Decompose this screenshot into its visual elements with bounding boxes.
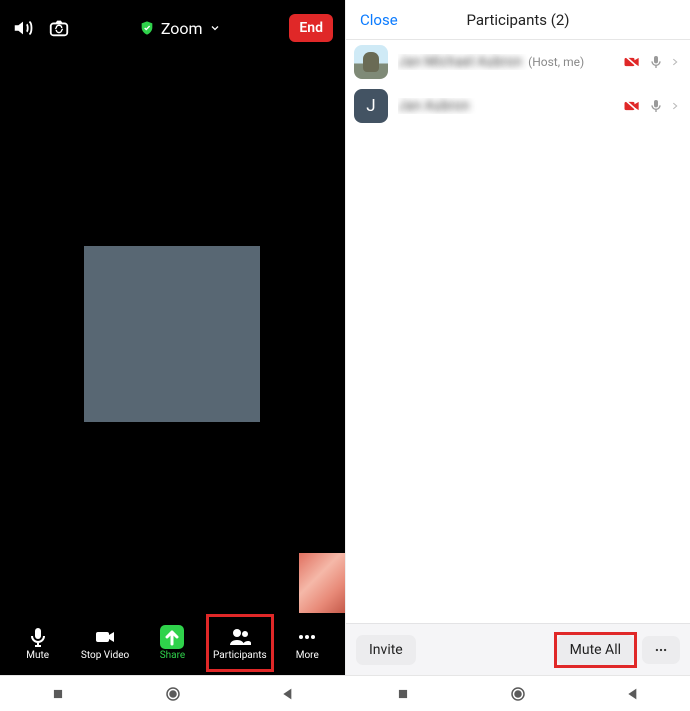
- circle-icon: [164, 685, 182, 703]
- zoom-video-area: [0, 56, 345, 613]
- mic-muted-icon: [648, 96, 664, 116]
- zoom-meeting-screen: Zoom End Mute Stop Video: [0, 0, 345, 675]
- chevron-right-icon: [670, 98, 680, 114]
- participants-list: Jan Michael Aubron (Host, me) J Jan Aubr…: [346, 40, 690, 623]
- mute-button[interactable]: Mute: [6, 615, 70, 671]
- more-label: More: [296, 651, 319, 661]
- more-icon: [652, 643, 670, 657]
- nav-back-button[interactable]: [613, 686, 653, 702]
- nav-recent-button[interactable]: [383, 687, 423, 701]
- participant-name-area: Jan Michael Aubron (Host, me): [398, 54, 612, 70]
- close-button[interactable]: Close: [360, 11, 398, 29]
- end-label: End: [299, 20, 323, 36]
- participant-name-area: Jan Aubron: [398, 98, 612, 114]
- chevron-down-icon: [209, 22, 221, 34]
- share-label: Share: [160, 651, 185, 661]
- microphone-icon: [26, 625, 50, 649]
- participants-button[interactable]: Participants: [208, 615, 272, 671]
- stop-video-label: Stop Video: [81, 651, 129, 661]
- avatar: [354, 45, 388, 79]
- more-button[interactable]: More: [275, 615, 339, 671]
- participant-row[interactable]: J Jan Aubron: [346, 84, 690, 128]
- stop-video-button[interactable]: Stop Video: [73, 615, 137, 671]
- mute-all-button[interactable]: Mute All: [557, 635, 634, 665]
- video-off-icon: [622, 52, 642, 72]
- participant-meta: (Host, me): [528, 55, 584, 69]
- participants-icon: [228, 625, 252, 649]
- participants-header: Close Participants (2): [346, 0, 690, 40]
- participant-row[interactable]: Jan Michael Aubron (Host, me): [346, 40, 690, 84]
- video-off-icon: [622, 96, 642, 116]
- triangle-left-icon: [625, 686, 641, 702]
- invite-label: Invite: [369, 642, 403, 658]
- participants-label: Participants: [213, 651, 267, 661]
- share-button[interactable]: Share: [140, 615, 204, 671]
- participant-name: Jan Aubron: [398, 98, 470, 114]
- share-icon: [160, 625, 184, 649]
- chevron-right-icon: [670, 54, 680, 70]
- participants-panel: Close Participants (2) Jan Michael Aubro…: [345, 0, 690, 675]
- square-icon: [396, 687, 410, 701]
- nav-back-button[interactable]: [268, 686, 308, 702]
- shield-check-icon: [139, 20, 155, 36]
- mute-label: Mute: [26, 651, 49, 661]
- triangle-left-icon: [280, 686, 296, 702]
- zoom-title-button[interactable]: Zoom: [84, 19, 275, 38]
- speaker-icon[interactable]: [12, 17, 34, 39]
- end-button[interactable]: End: [289, 14, 333, 42]
- circle-icon: [509, 685, 527, 703]
- mute-all-label: Mute All: [570, 642, 621, 658]
- zoom-top-bar: Zoom End: [0, 0, 345, 56]
- invite-button[interactable]: Invite: [356, 635, 416, 665]
- more-icon: [295, 625, 319, 649]
- square-icon: [51, 687, 65, 701]
- android-nav-bar: [0, 675, 690, 711]
- main-video-tile[interactable]: [84, 246, 260, 422]
- nav-home-button[interactable]: [498, 685, 538, 703]
- participant-status-icons: [622, 52, 680, 72]
- avatar: J: [354, 89, 388, 123]
- zoom-title-label: Zoom: [161, 19, 203, 38]
- more-options-button[interactable]: [642, 636, 680, 664]
- video-icon: [93, 625, 117, 649]
- zoom-bottom-toolbar: Mute Stop Video Share Participants More: [0, 613, 345, 675]
- mic-muted-icon: [648, 52, 664, 72]
- nav-recent-button[interactable]: [38, 687, 78, 701]
- nav-home-button[interactable]: [153, 685, 193, 703]
- participants-footer: Invite Mute All: [346, 623, 690, 675]
- participant-status-icons: [622, 96, 680, 116]
- switch-camera-icon[interactable]: [48, 17, 70, 39]
- participant-name: Jan Michael Aubron: [398, 54, 522, 70]
- avatar-initial: J: [366, 96, 375, 116]
- self-video-pip[interactable]: [299, 553, 345, 613]
